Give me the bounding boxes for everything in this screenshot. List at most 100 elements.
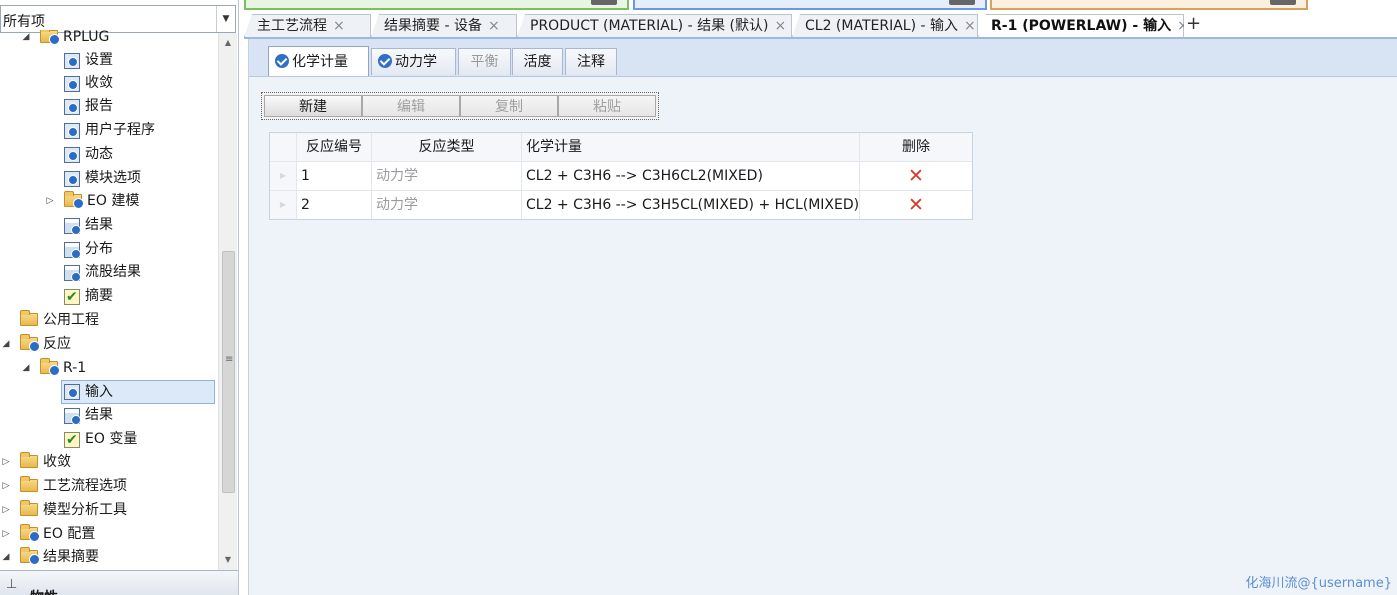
tree-item-convergence[interactable]: 收敛 xyxy=(64,72,116,95)
copy-button[interactable]: 复制 xyxy=(460,95,558,117)
tab-product-results[interactable]: PRODUCT (MATERIAL) - 结果 (默认) × xyxy=(517,14,792,37)
column-header-stoichiometry[interactable]: 化学计量 xyxy=(522,133,860,161)
summary-icon xyxy=(64,429,80,452)
folder-check-icon xyxy=(40,358,60,376)
tree-item-flowsheet-options[interactable]: ▷ 工艺流程选项 xyxy=(0,475,130,498)
close-icon[interactable]: × xyxy=(333,18,345,34)
edit-button[interactable]: 编辑 xyxy=(362,95,460,117)
folder-check-icon xyxy=(64,191,84,209)
column-header-reaction-type[interactable]: 反应类型 xyxy=(372,133,522,161)
row-selector[interactable]: ▶ xyxy=(270,162,297,190)
delete-cell: ✕ xyxy=(860,162,972,190)
results-icon xyxy=(64,264,81,282)
green-panel-edge xyxy=(244,0,629,10)
tree-item-eo-variables[interactable]: EO 变量 xyxy=(64,428,140,452)
form-icon xyxy=(64,170,80,187)
paste-button[interactable]: 粘贴 xyxy=(558,95,656,117)
tree-item-input[interactable]: 输入 xyxy=(61,380,215,404)
tab-comments[interactable]: 注释 xyxy=(565,48,617,75)
delete-cell: ✕ xyxy=(860,191,972,219)
delete-icon[interactable]: ✕ xyxy=(908,194,924,216)
tree-item-report[interactable]: 报告 xyxy=(64,95,116,118)
pin-icon[interactable]: ⊥ xyxy=(6,577,17,592)
tree-item-convergence-folder[interactable]: ▷ 收敛 xyxy=(0,451,74,474)
tree-item-distribution[interactable]: 分布 xyxy=(64,238,116,261)
reaction-input-form: 化学计量 动力学 平衡 活度 注释 新建 编辑 复制 粘贴 反应编号 反应类型 … xyxy=(248,39,1397,595)
tree-item-results[interactable]: 结果 xyxy=(64,214,116,237)
tree-scrollbar[interactable]: ▲ ≡ ▼ xyxy=(218,33,237,570)
scroll-up-icon[interactable]: ▲ xyxy=(219,35,237,51)
tree-item-r1[interactable]: ◢ R-1 xyxy=(20,357,89,380)
reaction-no-cell[interactable]: 1 xyxy=(297,162,372,190)
tab-cl2-input[interactable]: CL2 (MATERIAL) - 输入 × xyxy=(792,14,978,37)
stoichiometry-cell[interactable]: CL2 + C3H6 --> C3H6CL2(MIXED) xyxy=(522,162,860,190)
panel-button[interactable] xyxy=(949,0,975,5)
close-icon[interactable]: × xyxy=(774,18,786,34)
collapse-icon[interactable]: ◢ xyxy=(0,333,12,356)
form-icon xyxy=(64,52,80,69)
tree-item-reactions[interactable]: ◢ 反应 xyxy=(0,333,74,356)
tree-item-rplug[interactable]: ◢ RPLUG xyxy=(20,30,112,49)
tree-item-eo-config[interactable]: ▷ EO 配置 xyxy=(0,523,98,546)
expand-icon[interactable]: ▷ xyxy=(0,499,12,522)
reaction-type-cell[interactable]: 动力学 xyxy=(372,191,522,219)
panel-button[interactable] xyxy=(1270,0,1296,5)
tree-item-summary[interactable]: 摘要 xyxy=(64,285,116,309)
stoichiometry-cell[interactable]: CL2 + C3H6 --> C3H5CL(MIXED) + HCL(MIXED… xyxy=(522,191,860,219)
properties-section-bar[interactable]: ⊥ 物性 xyxy=(0,570,238,595)
filter-value: 所有项 xyxy=(3,14,45,30)
reactions-grid: 反应编号 反应类型 化学计量 删除 ▶ 1 动力学 CL2 + C3H6 -->… xyxy=(269,132,973,220)
tree-item-utilities[interactable]: 公用工程 xyxy=(20,309,102,332)
row-selector[interactable]: ▶ xyxy=(270,191,297,219)
tree-item-model-analysis-tools[interactable]: ▷ 模型分析工具 xyxy=(0,499,130,522)
expand-icon[interactable]: ▷ xyxy=(0,523,12,546)
folder-icon xyxy=(20,476,38,492)
tab-equilibrium[interactable]: 平衡 xyxy=(458,48,511,75)
navigator-filter-dropdown[interactable]: 所有项 ▼ xyxy=(0,5,236,33)
panel-button[interactable] xyxy=(591,0,617,5)
tab-activity[interactable]: 活度 xyxy=(512,48,563,75)
add-tab-icon[interactable]: + xyxy=(1186,13,1201,34)
tree-item-dynamic[interactable]: 动态 xyxy=(64,143,116,166)
scroll-down-icon[interactable]: ▼ xyxy=(219,552,237,568)
close-icon[interactable]: × xyxy=(964,18,976,34)
tab-results-summary-equipment[interactable]: 结果摘要 - 设备 × xyxy=(371,14,517,37)
chevron-down-icon[interactable]: ▼ xyxy=(216,6,235,32)
column-header-reaction-no[interactable]: 反应编号 xyxy=(297,133,372,161)
column-header-delete[interactable]: 删除 xyxy=(860,133,972,161)
row-header-corner xyxy=(270,133,297,161)
scrollbar-thumb[interactable]: ≡ xyxy=(222,251,235,493)
form-icon xyxy=(64,122,80,139)
tree-item-settings[interactable]: 设置 xyxy=(64,49,116,72)
tree-item-eo-modeling[interactable]: ▷ EO 建模 xyxy=(44,190,142,213)
expand-icon[interactable]: ▷ xyxy=(0,451,12,474)
navigation-tree: ◢ RPLUG 设置 收敛 报告 用户子程序 动态 模块选项 ▷ EO 建模 结… xyxy=(0,30,218,570)
tree-item-stream-results[interactable]: 流股结果 xyxy=(64,261,144,284)
table-row[interactable]: ▶ 1 动力学 CL2 + C3H6 --> C3H6CL2(MIXED) ✕ xyxy=(270,162,972,191)
grid-header-row: 反应编号 反应类型 化学计量 删除 xyxy=(270,133,972,162)
delete-icon[interactable]: ✕ xyxy=(908,165,924,187)
reaction-no-cell[interactable]: 2 xyxy=(297,191,372,219)
check-complete-icon xyxy=(378,54,392,68)
expand-icon[interactable]: ▷ xyxy=(0,475,12,498)
tree-item-user-subroutine[interactable]: 用户子程序 xyxy=(64,119,158,142)
results-icon xyxy=(64,407,81,425)
form-icon xyxy=(64,384,80,400)
close-icon[interactable]: × xyxy=(488,18,500,34)
tab-kinetics[interactable]: 动力学 xyxy=(371,48,456,75)
tree-item-r1-results[interactable]: 结果 xyxy=(64,404,116,427)
tab-stoichiometry[interactable]: 化学计量 xyxy=(268,46,369,76)
tab-r1-powerlaw-input[interactable]: R-1 (POWERLAW) - 输入 × xyxy=(978,14,1184,37)
reaction-type-cell[interactable]: 动力学 xyxy=(372,162,522,190)
table-row[interactable]: ▶ 2 动力学 CL2 + C3H6 --> C3H5CL(MIXED) + H… xyxy=(270,191,972,219)
folder-icon xyxy=(20,500,38,516)
collapse-icon[interactable]: ◢ xyxy=(20,30,32,49)
tree-item-block-options[interactable]: 模块选项 xyxy=(64,167,144,190)
folder-check-icon xyxy=(20,334,40,352)
collapse-icon[interactable]: ◢ xyxy=(0,546,12,569)
tab-main-flowsheet[interactable]: 主工艺流程 × xyxy=(244,14,371,37)
tree-item-results-summary[interactable]: ◢ 结果摘要 xyxy=(0,546,102,569)
expand-icon[interactable]: ▷ xyxy=(44,190,56,213)
collapse-icon[interactable]: ◢ xyxy=(20,357,32,380)
new-button[interactable]: 新建 xyxy=(264,95,362,117)
